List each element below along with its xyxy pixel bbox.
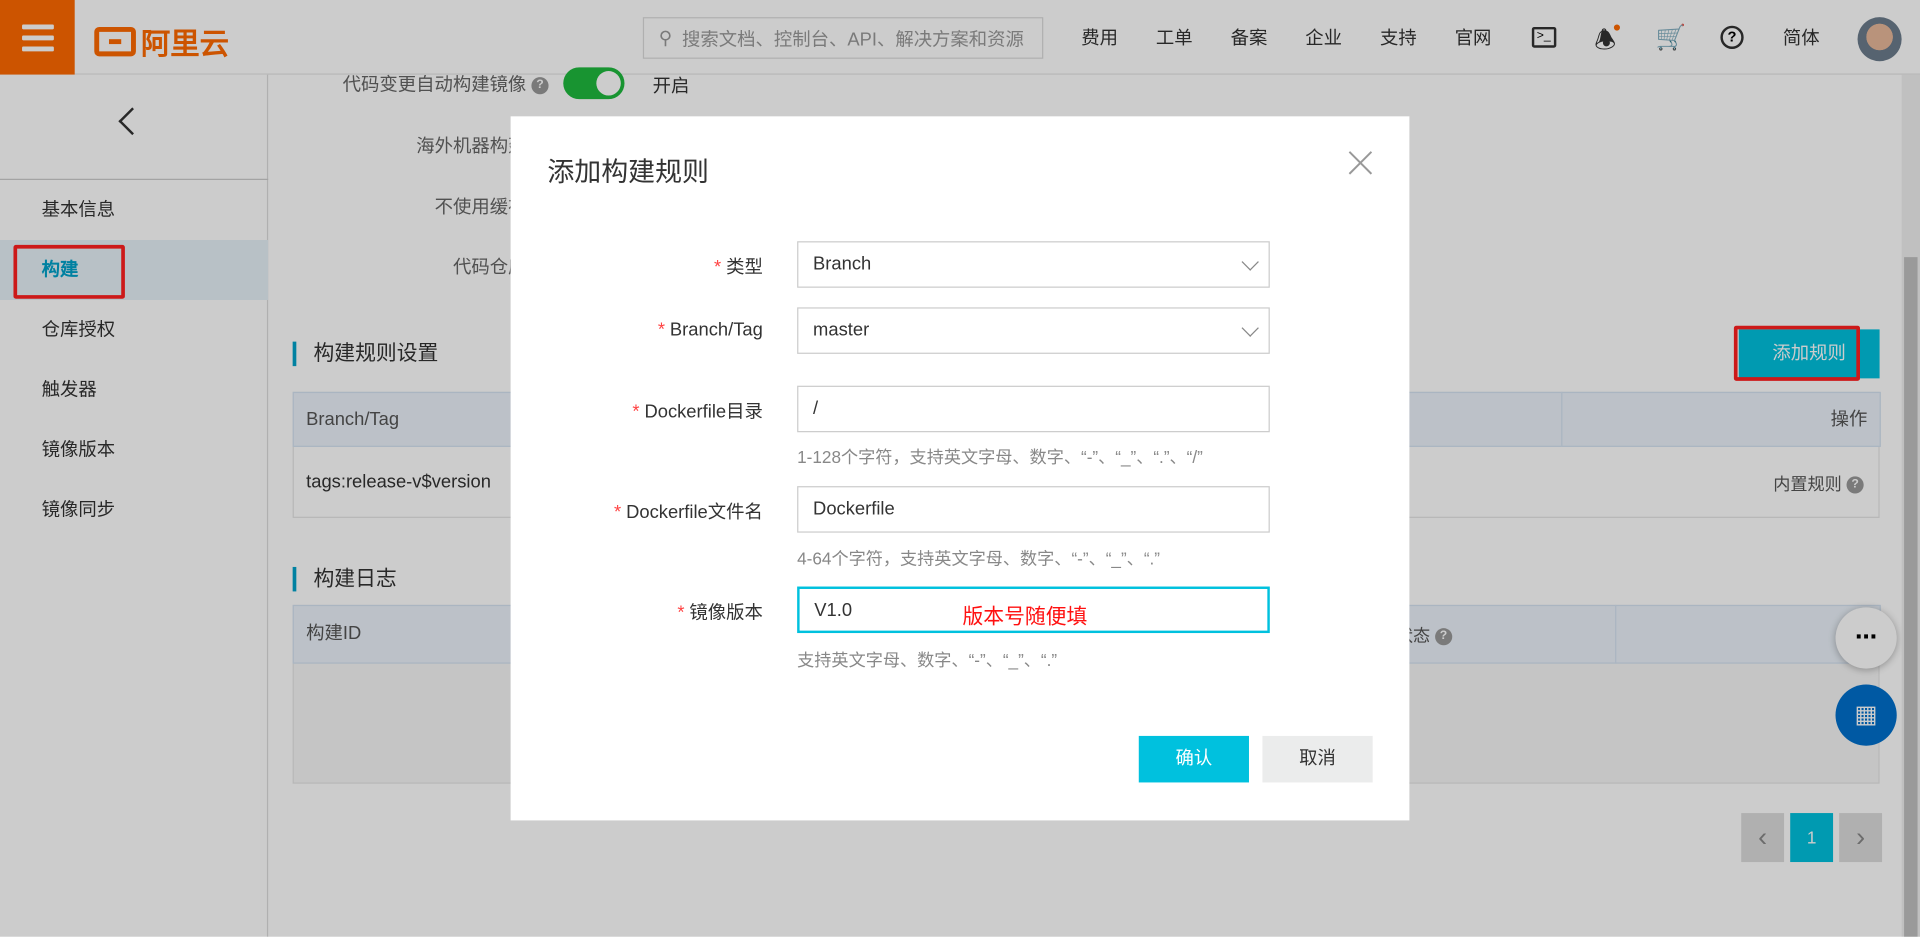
chevron-down-icon — [1241, 319, 1259, 337]
cancel-button[interactable]: 取消 — [1262, 735, 1373, 783]
add-build-rule-dialog: 添加构建规则 * 类型 Branch * Branch/Tag master * Do… — [510, 116, 1410, 821]
dockerfile-name-hint: 4-64个字符，支持英文字母、数字、“-”、“_”、“.” — [797, 548, 1161, 569]
type-select[interactable]: Branch — [797, 241, 1270, 288]
image-version-label: 镜像版本 — [689, 602, 763, 624]
dialog-title: 添加构建规则 — [547, 156, 709, 188]
dockerfile-dir-input[interactable]: / — [797, 385, 1270, 433]
chevron-down-icon — [1241, 253, 1259, 271]
close-icon[interactable] — [1346, 148, 1375, 177]
dockerfile-name-input[interactable]: Dockerfile — [797, 486, 1270, 533]
confirm-button[interactable]: 确认 — [1138, 735, 1249, 783]
dockerfile-dir-hint: 1-128个字符，支持英文字母、数字、“-”、“_”、“.”、“/” — [797, 446, 1203, 467]
type-label: 类型 — [726, 257, 763, 278]
annotation-text: 版本号随便填 — [962, 604, 1088, 629]
image-version-hint: 支持英文字母、数字、“-”、“_”、“.” — [797, 650, 1058, 670]
dockerfile-dir-label: Dockerfile目录 — [644, 401, 763, 423]
dockerfile-name-label: Dockerfile文件名 — [626, 502, 763, 523]
branch-tag-label: Branch/Tag — [669, 319, 763, 341]
branch-tag-select[interactable]: master — [797, 307, 1270, 354]
